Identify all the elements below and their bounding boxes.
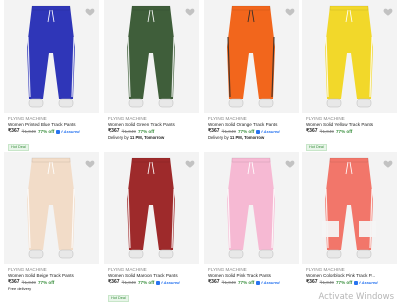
product-card[interactable]: FLYING MACHINE Women Solid Green Track Pa… — [104, 0, 199, 152]
product-info: FLYING MACHINE Women Solid Pink Track Pan… — [208, 267, 297, 286]
product-price: ₹367 — [306, 279, 318, 285]
product-mrp: ₹1,049 — [121, 280, 136, 285]
product-price: ₹367 — [108, 279, 120, 285]
heart-icon[interactable] — [383, 156, 393, 168]
product-info: FLYING MACHINE Women Colorblock Pink Trac… — [306, 267, 395, 286]
product-grid: FLYING MACHINE Women Printed Blue Track P… — [0, 0, 400, 303]
assured-label: f Assured — [359, 280, 378, 285]
price-row: ₹367 ₹1,049 77% off f Assured — [108, 279, 197, 286]
extra-label: Delivery by — [108, 135, 129, 140]
product-card[interactable]: FLYING MACHINE Women Solid Maroon Track P… — [104, 152, 199, 303]
assured-badge: f Assured — [56, 128, 80, 135]
heart-icon[interactable] — [185, 156, 195, 168]
extra-label: Delivery by — [208, 135, 229, 140]
heart-icon[interactable] — [285, 156, 295, 168]
assured-badge: f Assured — [354, 279, 378, 286]
hot-deal-tag: Hot Deal — [108, 295, 129, 302]
discount-percent: 77% off — [335, 280, 353, 285]
product-mrp: ₹1,049 — [221, 129, 236, 134]
product-card[interactable]: FLYING MACHINE Women Solid Yellow Track P… — [302, 0, 397, 152]
product-price: ₹367 — [208, 279, 220, 285]
hot-deal-tag: Hot Deal — [8, 144, 29, 151]
price-row: ₹367 ₹1,049 77% off f Assured — [208, 128, 297, 135]
product-card[interactable]: FLYING MACHINE Women Solid Beige Track Pa… — [4, 152, 99, 303]
activate-windows-watermark: Activate Windows — [318, 292, 394, 302]
product-info: FLYING MACHINE Women Solid Orange Track P… — [208, 116, 297, 141]
assured-badge-icon — [354, 280, 359, 285]
heart-icon[interactable] — [85, 156, 95, 168]
discount-percent: 77% off — [137, 129, 155, 134]
product-info: FLYING MACHINE Women Solid Maroon Track P… — [108, 267, 197, 303]
discount-percent: 77% off — [237, 129, 255, 134]
delivery-info: Delivery by 11 PM, Tomorrow — [208, 135, 297, 141]
hot-deal-tag: Hot Deal — [306, 144, 327, 151]
assured-label: f Assured — [161, 280, 180, 285]
discount-percent: 77% off — [37, 129, 55, 134]
delivery-info: Delivery by 11 PM, Tomorrow — [108, 135, 197, 141]
product-mrp: ₹1,049 — [121, 129, 136, 134]
product-card[interactable]: FLYING MACHINE Women Solid Pink Track Pan… — [204, 152, 299, 303]
assured-label: f Assured — [61, 129, 80, 134]
product-mrp: ₹1,049 — [319, 280, 334, 285]
assured-badge-icon — [256, 280, 261, 285]
price-row: ₹367 ₹1,049 77% off — [8, 279, 97, 286]
product-info: FLYING MACHINE Women Printed Blue Track P… — [8, 116, 97, 152]
assured-badge: f Assured — [156, 279, 180, 286]
heart-icon[interactable] — [85, 4, 95, 16]
assured-badge-icon — [56, 129, 61, 134]
product-info: FLYING MACHINE Women Solid Green Track Pa… — [108, 116, 197, 141]
product-info: FLYING MACHINE Women Solid Beige Track Pa… — [8, 267, 97, 292]
price-row: ₹367 ₹1,049 77% off f Assured — [306, 279, 395, 286]
product-mrp: ₹1,049 — [221, 280, 236, 285]
heart-icon[interactable] — [285, 4, 295, 16]
discount-percent: 77% off — [37, 280, 55, 285]
extra-value: 11 PM, Tomorrow — [129, 135, 165, 140]
assured-badge: f Assured — [256, 128, 280, 135]
assured-label: f Assured — [261, 129, 280, 134]
free-delivery: Free delivery — [8, 286, 97, 292]
product-card[interactable]: FLYING MACHINE Women Colorblock Pink Trac… — [302, 152, 397, 303]
extra-value: 11 PM, Tomorrow — [229, 135, 265, 140]
assured-badge-icon — [156, 280, 161, 285]
price-row: ₹367 ₹1,049 77% off — [306, 128, 395, 135]
discount-percent: 77% off — [237, 280, 255, 285]
assured-badge: f Assured — [256, 279, 280, 286]
product-card[interactable]: FLYING MACHINE Women Solid Orange Track P… — [204, 0, 299, 152]
product-mrp: ₹1,049 — [21, 280, 36, 285]
product-mrp: ₹1,049 — [21, 129, 36, 134]
product-price: ₹367 — [8, 279, 20, 285]
assured-badge-icon — [256, 129, 261, 134]
product-price: ₹367 — [8, 128, 20, 134]
product-card[interactable]: FLYING MACHINE Women Printed Blue Track P… — [4, 0, 99, 152]
product-info: FLYING MACHINE Women Solid Yellow Track P… — [306, 116, 395, 152]
discount-percent: 77% off — [137, 280, 155, 285]
price-row: ₹367 ₹1,049 77% off — [108, 128, 197, 135]
discount-percent: 77% off — [335, 129, 353, 134]
product-price: ₹367 — [208, 128, 220, 134]
extra-label: Free delivery — [8, 286, 32, 291]
product-price: ₹367 — [108, 128, 120, 134]
heart-icon[interactable] — [383, 4, 393, 16]
product-mrp: ₹1,049 — [319, 129, 334, 134]
heart-icon[interactable] — [185, 4, 195, 16]
price-row: ₹367 ₹1,049 77% off f Assured — [208, 279, 297, 286]
product-price: ₹367 — [306, 128, 318, 134]
price-row: ₹367 ₹1,049 77% off f Assured — [8, 128, 97, 135]
assured-label: f Assured — [261, 280, 280, 285]
